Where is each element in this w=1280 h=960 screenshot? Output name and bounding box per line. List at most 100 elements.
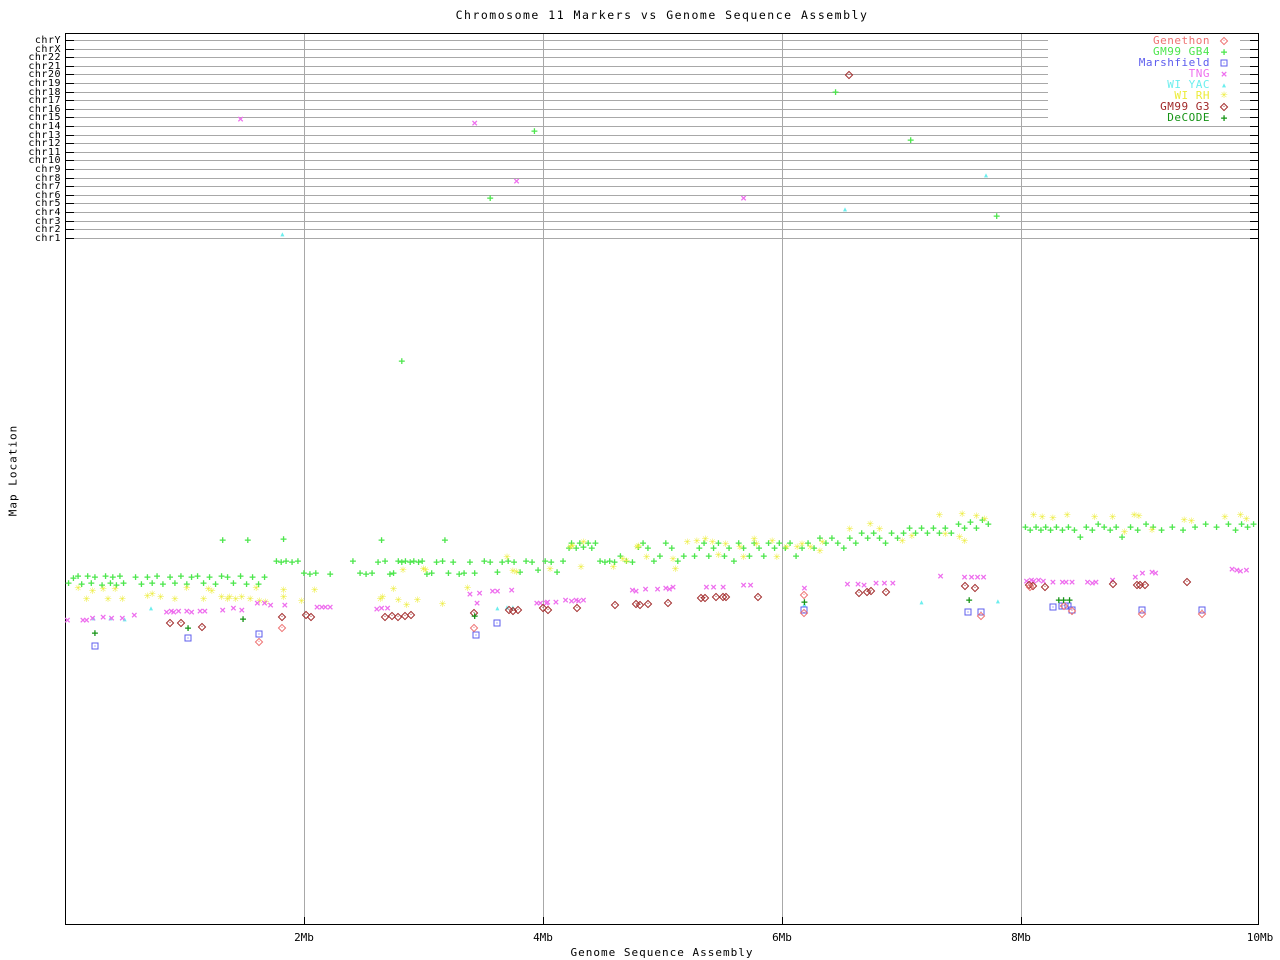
star-marker-glyph: ✳ [1108, 513, 1117, 523]
cross-marker-glyph: × [219, 603, 226, 617]
chromosome-row-line [66, 151, 1258, 153]
y-tick-right [1250, 203, 1258, 205]
y-tick-right [1250, 177, 1258, 179]
star-marker-glyph: ✳ [981, 515, 989, 525]
y-tick-left [66, 194, 74, 196]
y-tick-right [1250, 143, 1258, 145]
y-tick-left [66, 203, 74, 205]
star-marker-glyph: ✳ [183, 584, 191, 594]
star-marker-glyph: ✳ [816, 547, 824, 557]
plus-marker-glyph: + [120, 576, 127, 590]
chromosome-row-line [66, 134, 1258, 136]
plus-marker-glyph: + [1213, 520, 1220, 534]
y-tick-right [1250, 91, 1258, 93]
legend-row-decode: DeCODE + [1050, 111, 1238, 124]
y-tick-right [1250, 108, 1258, 110]
star-marker-glyph: ✳ [1063, 511, 1071, 521]
star-marker-glyph: ✳ [683, 538, 692, 548]
plus-marker-glyph: + [1202, 517, 1209, 531]
plus-marker-glyph: + [907, 133, 914, 147]
y-tick-left [66, 108, 74, 110]
y-tick-left [66, 237, 74, 239]
plus-marker-glyph: + [993, 209, 1000, 223]
y-tick-left [66, 57, 74, 59]
legend-marker-tng: × [1210, 67, 1238, 80]
y-tick-left [66, 134, 74, 136]
odiamond-marker-glyph [1219, 102, 1229, 111]
star-marker-glyph: ✳ [389, 585, 398, 595]
cross-marker-glyph: × [253, 596, 261, 610]
star-marker-glyph: ✳ [972, 512, 981, 522]
plus-marker-glyph: + [559, 554, 567, 568]
cross-marker-glyph: × [513, 174, 520, 188]
star-marker-glyph: ✳ [88, 587, 97, 597]
y-tick-left [66, 160, 74, 162]
y-tick-right [1250, 57, 1258, 59]
x-tick-label-10mb: 10Mb [1246, 931, 1274, 944]
star-marker-glyph: ✳ [846, 525, 854, 535]
star-marker-glyph: ✳ [714, 551, 723, 561]
cross-marker-glyph: × [980, 570, 987, 584]
star-marker-glyph: ✳ [866, 520, 874, 530]
star-marker-glyph: ✳ [1038, 513, 1046, 523]
star-marker-glyph: ✳ [156, 593, 165, 603]
star-marker-glyph: ✳ [438, 600, 447, 610]
plus-marker-glyph: + [471, 566, 478, 580]
dsquare-marker-glyph [91, 642, 99, 650]
star-marker-glyph: ✳ [546, 565, 554, 575]
cross-marker-glyph: × [476, 586, 483, 600]
y-tick-left [66, 91, 74, 93]
star-marker-glyph: ✳ [238, 593, 246, 603]
cross-marker-glyph: × [130, 608, 138, 622]
cross-marker-glyph: × [844, 577, 851, 591]
triangle-marker-glyph: ▴ [983, 170, 989, 180]
plus-marker-glyph: + [159, 577, 167, 591]
triangle-marker-glyph: ▴ [842, 204, 848, 214]
x-gridline-2mb [304, 34, 305, 924]
chromosome-row-line [66, 220, 1258, 222]
cross-marker-glyph: × [508, 583, 515, 597]
cross-marker-glyph: × [64, 613, 71, 627]
y-tick-right [1250, 229, 1258, 231]
triangle-marker-glyph: ▴ [148, 603, 154, 613]
star-marker-glyph: ✳ [634, 542, 643, 552]
y-tick-left [66, 126, 74, 127]
y-tick-right [1250, 83, 1258, 84]
plus-marker-glyph: + [239, 612, 247, 626]
triangle-marker-glyph: ▴ [495, 603, 500, 613]
star-marker-glyph: ✳ [736, 543, 744, 553]
cross-marker-glyph: × [937, 569, 944, 583]
star-marker-glyph: ✳ [568, 542, 577, 552]
y-tick-right [1250, 126, 1258, 127]
y-tick-left [66, 220, 74, 222]
plus-marker-glyph: + [390, 566, 397, 580]
plus-marker-glyph: + [378, 533, 385, 547]
plus-marker-glyph: + [398, 354, 406, 368]
cross-marker-glyph: × [747, 578, 754, 592]
plus-marker-glyph: + [592, 536, 599, 550]
star-marker-glyph: ✳ [579, 538, 588, 548]
y-tick-right [1250, 237, 1258, 239]
cross-marker-glyph: × [1049, 575, 1057, 589]
plus-marker-glyph: + [801, 595, 808, 609]
cross-marker-glyph: × [281, 598, 289, 612]
y-tick-right [1250, 169, 1258, 170]
star-marker-glyph: ✳ [818, 538, 827, 548]
cross-marker-glyph: × [89, 611, 96, 625]
star-marker-glyph: ✳ [798, 540, 806, 550]
plus-marker-glyph: + [1220, 111, 1228, 124]
x-tick-label-2mb: 2Mb [294, 931, 314, 944]
star-marker-glyph: ✳ [252, 584, 260, 594]
y-tick-right [1250, 151, 1258, 153]
chromosome-row-line [66, 126, 1258, 127]
star-marker-glyph: ✳ [1029, 511, 1038, 521]
star-marker-glyph: ✳ [1120, 528, 1129, 538]
star-marker-glyph: ✳ [118, 595, 127, 605]
x-axis-title: Genome Sequence Assembly [570, 946, 754, 959]
y-tick-right [1250, 74, 1258, 76]
y-tick-right [1250, 117, 1258, 119]
y-tick-left [66, 177, 74, 179]
star-marker-glyph: ✳ [752, 540, 761, 550]
star-marker-glyph: ✳ [671, 565, 680, 575]
cross-marker-glyph: × [1068, 575, 1076, 589]
